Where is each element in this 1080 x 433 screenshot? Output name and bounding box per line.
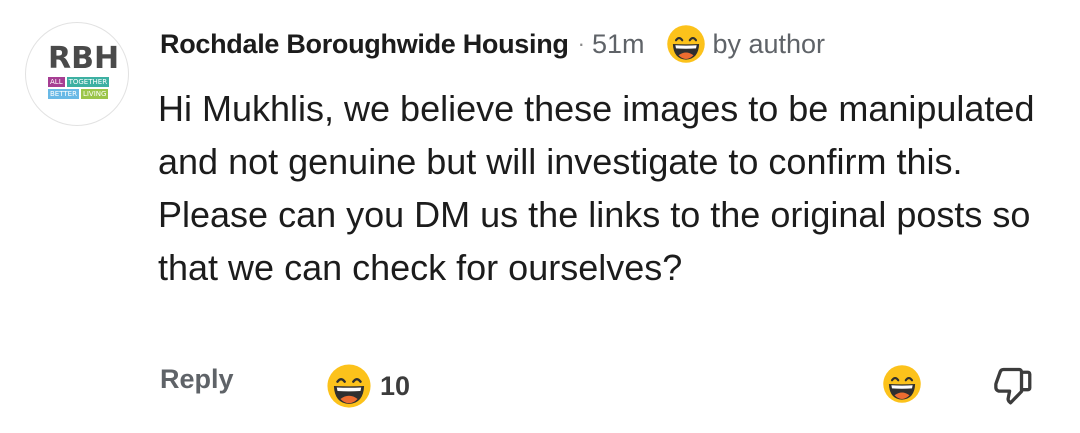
logo-tagline-word: TOGETHER xyxy=(66,77,110,87)
separator-dot: · xyxy=(577,31,585,56)
comment-header: Rochdale Boroughwide Housing · 51m by au… xyxy=(160,22,825,66)
comment-text: Hi Mukhlis, we believe these images to b… xyxy=(158,88,1035,288)
author-name[interactable]: Rochdale Boroughwide Housing xyxy=(160,29,569,60)
logo-tagline-row: ALL TOGETHER xyxy=(48,77,111,87)
thumbs-down-icon[interactable] xyxy=(992,364,1036,408)
avatar[interactable]: RBH ALL TOGETHER BETTER LIVING xyxy=(25,22,129,126)
rbh-logo: RBH ALL TOGETHER BETTER LIVING xyxy=(48,43,122,105)
timestamp: 51m xyxy=(591,28,645,59)
reply-button[interactable]: Reply xyxy=(160,364,234,395)
logo-tagline-word: ALL xyxy=(48,77,65,87)
reaction-chip[interactable]: 10 xyxy=(326,362,410,410)
logo-letters: RBH xyxy=(48,41,120,76)
grinning-face-icon xyxy=(666,24,706,64)
logo-tagline-word: LIVING xyxy=(80,89,109,99)
add-reaction-icon[interactable] xyxy=(882,364,922,404)
logo-tagline-word: BETTER xyxy=(48,89,79,99)
grinning-face-icon xyxy=(326,363,372,409)
logo-tagline-row: BETTER LIVING xyxy=(48,89,110,99)
comment-card: RBH ALL TOGETHER BETTER LIVING Rochdale Bo… xyxy=(0,0,1080,433)
reaction-count: 10 xyxy=(380,370,411,401)
author-badge-label: by author xyxy=(712,28,826,59)
